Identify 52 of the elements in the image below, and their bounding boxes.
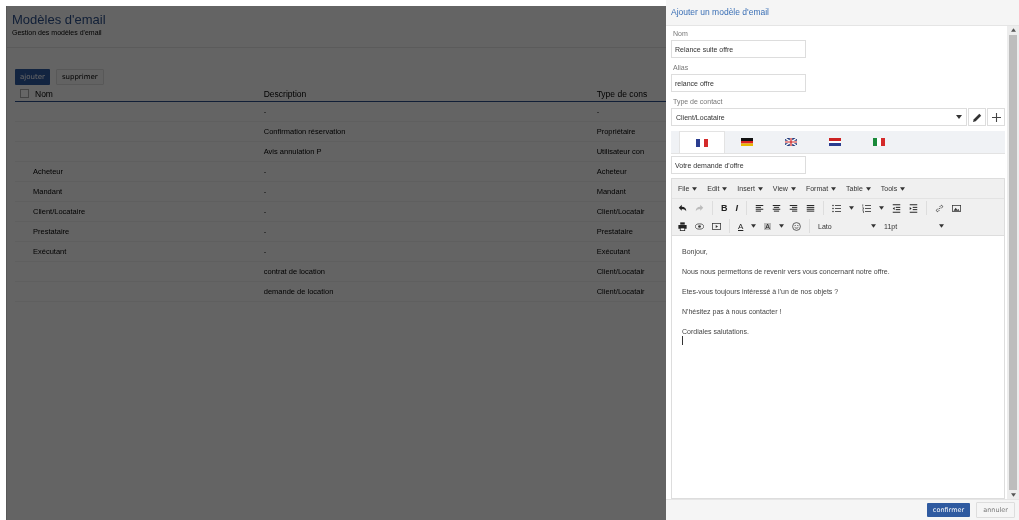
caret-icon (865, 187, 871, 192)
caret-icon[interactable] (751, 224, 757, 228)
caret-icon (692, 187, 698, 192)
panel-title: Ajouter un modèle d'email (666, 0, 1019, 26)
bold-button[interactable]: B (721, 203, 728, 213)
flag-icon (785, 138, 797, 146)
column-header[interactable]: Nom (35, 88, 53, 99)
media-icon[interactable] (712, 221, 721, 231)
caret-icon (871, 224, 876, 228)
add-button[interactable] (987, 108, 1005, 126)
caret-icon (757, 187, 763, 192)
edit-button[interactable] (968, 108, 986, 126)
caret-icon (790, 187, 796, 192)
caret-icon[interactable] (879, 206, 884, 210)
caret-icon (831, 187, 837, 192)
flag-icon (829, 138, 841, 146)
plus-icon (991, 112, 1001, 122)
column-header[interactable]: Description (263, 88, 597, 99)
caret-icon (939, 224, 944, 228)
link-icon[interactable] (935, 203, 944, 213)
pencil-icon (971, 111, 983, 123)
image-icon[interactable] (952, 203, 961, 213)
italic-button[interactable]: I (735, 203, 738, 213)
undo-icon[interactable] (678, 203, 687, 213)
emoji-icon[interactable] (792, 221, 801, 231)
align-icon[interactable] (772, 203, 781, 213)
align-icon[interactable] (755, 203, 764, 213)
preview-icon[interactable] (695, 221, 704, 231)
flag-icon (741, 138, 753, 146)
align-icon[interactable] (806, 203, 815, 213)
caret-icon[interactable] (779, 224, 784, 228)
caret-icon (900, 187, 906, 192)
caret-icon (956, 115, 962, 119)
numbered-list-icon[interactable] (862, 203, 871, 213)
caret-icon[interactable] (849, 206, 854, 210)
indent-icon[interactable] (909, 203, 918, 213)
align-icon[interactable] (789, 203, 798, 213)
flag-icon (696, 138, 708, 147)
print-icon[interactable] (678, 221, 687, 231)
language-tab[interactable] (679, 131, 725, 153)
flag-icon (873, 138, 885, 146)
caret-icon (722, 187, 728, 192)
page-title: Modèles d'email (12, 12, 107, 27)
scroll-up-icon[interactable] (1010, 28, 1016, 32)
scrollbar[interactable] (1007, 26, 1019, 499)
bullet-list-icon[interactable] (832, 203, 841, 213)
scroll-down-icon[interactable] (1010, 493, 1016, 497)
text-color-button[interactable]: A (738, 221, 744, 231)
column-header[interactable]: Type de cons (596, 88, 666, 99)
select-all-checkbox[interactable] (20, 89, 29, 98)
text-cursor (682, 336, 683, 345)
outdent-icon[interactable] (892, 203, 901, 213)
